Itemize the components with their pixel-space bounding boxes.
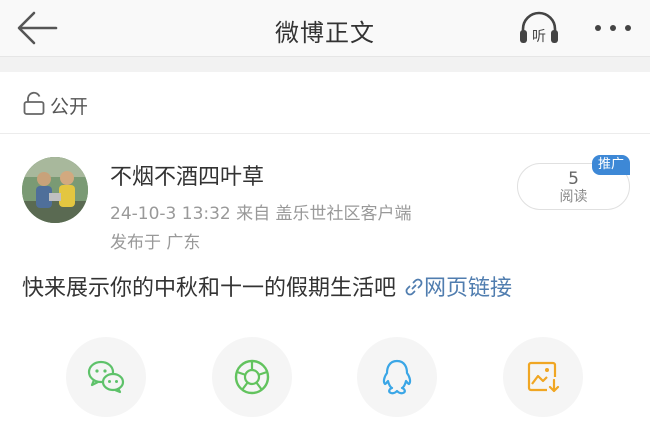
avatar[interactable] <box>22 157 88 223</box>
post-text: 快来展示你的中秋和十一的假期生活吧 网页链接 <box>22 270 512 302</box>
top-bar: 微博正文 听 <box>0 0 650 56</box>
link-icon[interactable] <box>404 277 424 297</box>
promote-badge[interactable]: 推广 <box>592 155 630 175</box>
wechat-share-button[interactable] <box>66 337 146 417</box>
post-body: 快来展示你的中秋和十一的假期生活吧 <box>22 276 397 301</box>
visibility-label: 公开 <box>50 96 89 118</box>
post-location: 发布于 广东 <box>110 233 201 253</box>
save-image-icon <box>527 361 560 393</box>
visibility-row[interactable]: 公开 <box>0 72 650 134</box>
headphones-listen-icon[interactable]: 听 <box>516 8 562 48</box>
moments-share-button[interactable] <box>212 337 292 417</box>
qq-share-button[interactable] <box>357 337 437 417</box>
post-meta: 24-10-3 13:32 来自 盖乐世社区客户端 <box>110 204 412 224</box>
read-label: 阅读 <box>559 189 588 205</box>
username[interactable]: 不烟不酒四叶草 <box>110 159 264 191</box>
more-dots-icon[interactable] <box>590 10 636 46</box>
save-image-button[interactable] <box>503 337 583 417</box>
section-divider <box>0 56 650 72</box>
web-link[interactable]: 网页链接 <box>424 276 512 301</box>
wechat-icon <box>87 360 125 394</box>
listen-label: 听 <box>532 29 546 45</box>
moments-icon <box>234 359 270 395</box>
lock-open-icon <box>22 91 46 115</box>
qq-icon <box>382 359 412 395</box>
